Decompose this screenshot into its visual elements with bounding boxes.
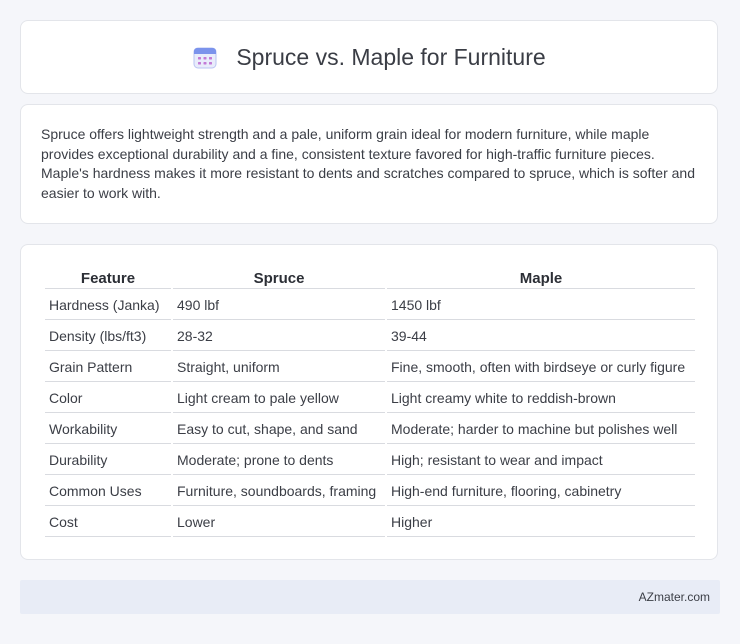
maple-cell: Moderate; harder to machine but polishes… <box>387 415 695 444</box>
table-row: Durability Moderate; prone to dents High… <box>45 446 695 475</box>
feature-cell: Common Uses <box>45 477 171 506</box>
comparison-table: Feature Spruce Maple Hardness (Janka) 49… <box>43 265 697 539</box>
table-row: Grain Pattern Straight, uniform Fine, sm… <box>45 353 695 382</box>
spruce-cell: Lower <box>173 508 385 537</box>
spruce-cell: Furniture, soundboards, framing <box>173 477 385 506</box>
feature-cell: Cost <box>45 508 171 537</box>
summary-card: Spruce offers lightweight strength and a… <box>20 104 718 224</box>
maple-cell: 1450 lbf <box>387 291 695 320</box>
spruce-cell: 490 lbf <box>173 291 385 320</box>
summary-text: Spruce offers lightweight strength and a… <box>41 126 695 201</box>
feature-cell: Density (lbs/ft3) <box>45 322 171 351</box>
maple-cell: Fine, smooth, often with birdseye or cur… <box>387 353 695 382</box>
footer-brand: AZmater.com <box>638 590 710 604</box>
feature-cell: Grain Pattern <box>45 353 171 382</box>
table-header-row: Feature Spruce Maple <box>45 267 695 289</box>
title-card: Spruce vs. Maple for Furniture <box>20 20 718 94</box>
title-wrap: Spruce vs. Maple for Furniture <box>192 43 546 71</box>
page-title: Spruce vs. Maple for Furniture <box>236 43 546 70</box>
table-row: Workability Easy to cut, shape, and sand… <box>45 415 695 444</box>
maple-cell: Light creamy white to reddish-brown <box>387 384 695 413</box>
table-row: Color Light cream to pale yellow Light c… <box>45 384 695 413</box>
maple-cell: Higher <box>387 508 695 537</box>
table-row: Common Uses Furniture, soundboards, fram… <box>45 477 695 506</box>
feature-cell: Durability <box>45 446 171 475</box>
spruce-cell: Easy to cut, shape, and sand <box>173 415 385 444</box>
calendar-icon <box>193 47 217 69</box>
spruce-cell: 28-32 <box>173 322 385 351</box>
maple-cell: 39-44 <box>387 322 695 351</box>
spruce-cell: Moderate; prone to dents <box>173 446 385 475</box>
feature-cell: Hardness (Janka) <box>45 291 171 320</box>
feature-cell: Color <box>45 384 171 413</box>
column-header-spruce: Spruce <box>173 267 385 289</box>
comparison-card: Feature Spruce Maple Hardness (Janka) 49… <box>20 244 718 560</box>
table-row: Cost Lower Higher <box>45 508 695 537</box>
spruce-cell: Straight, uniform <box>173 353 385 382</box>
table-row: Hardness (Janka) 490 lbf 1450 lbf <box>45 291 695 320</box>
table-row: Density (lbs/ft3) 28-32 39-44 <box>45 322 695 351</box>
feature-cell: Workability <box>45 415 171 444</box>
footer: AZmater.com <box>20 580 720 614</box>
column-header-maple: Maple <box>387 267 695 289</box>
spruce-cell: Light cream to pale yellow <box>173 384 385 413</box>
maple-cell: High; resistant to wear and impact <box>387 446 695 475</box>
maple-cell: High-end furniture, flooring, cabinetry <box>387 477 695 506</box>
column-header-feature: Feature <box>45 267 171 289</box>
